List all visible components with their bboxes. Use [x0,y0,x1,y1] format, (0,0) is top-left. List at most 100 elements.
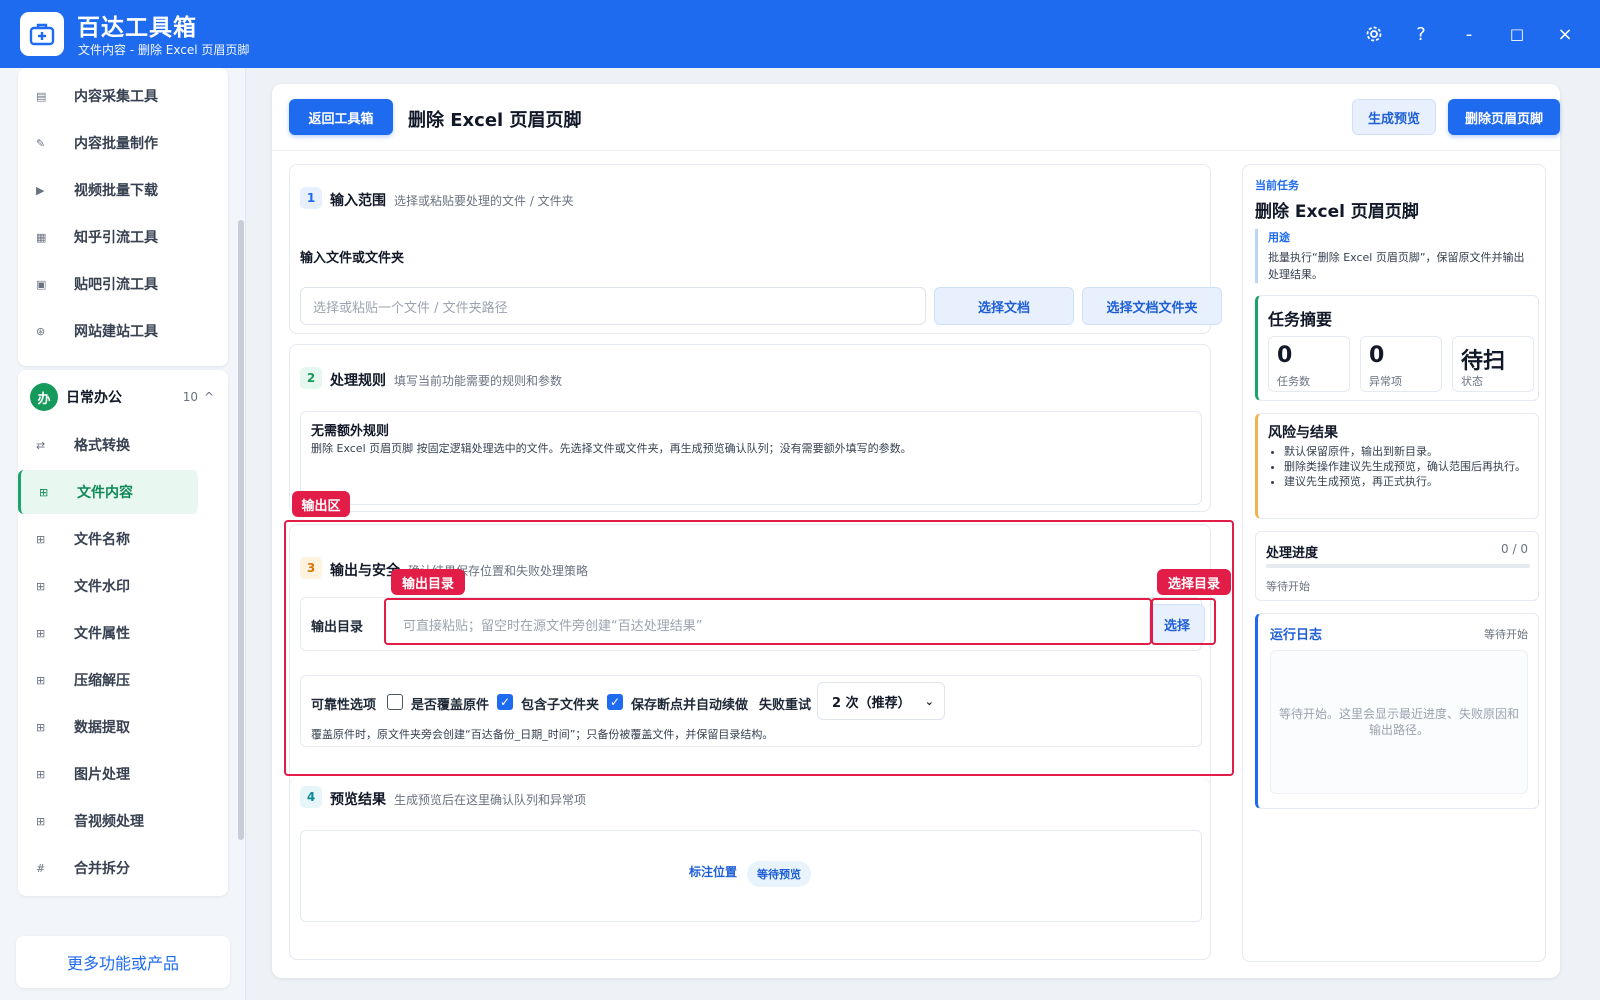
sidebar: ▤ 内容采集工具 ✎ 内容批量制作 ▶ 视频批量下载 ▦ 知乎引流工具 ▣ 贴吧引流工具 … [0,68,246,1000]
grid-icon: ⊞ [36,767,46,781]
sidebar-item-media[interactable]: ⊞ 音视频处理 [18,799,198,843]
annotation-output-area: 输出区 [292,491,350,517]
sidebar-item-label: 音视频处理 [74,814,144,830]
stat-label: 状态 [1461,375,1483,388]
risk-card: 风险与结果 默认保留原件，输出到新目录。 删除类操作建议先生成预览，确认范围后再… [1255,413,1539,519]
sidebar-item-attributes[interactable]: ⊞ 文件属性 [18,611,198,655]
input-path-field[interactable]: 选择或粘贴一个文件 / 文件夹路径 [300,287,926,325]
hash-icon: # [36,861,46,875]
progress-card: 处理进度 0 / 0 等待开始 [1255,531,1539,601]
stat-value: 0 [1369,343,1385,368]
globe-icon: ⊛ [36,324,46,338]
task-title: 删除 Excel 页眉页脚 [1255,202,1419,222]
document-icon: ▤ [36,89,47,103]
more-products-button[interactable]: 更多功能或产品 [16,936,230,988]
maximize-button[interactable]: □ [1503,20,1531,48]
sidebar-item-content-batch[interactable]: ✎ 内容批量制作 [18,121,198,165]
sidebar-item-format[interactable]: ⇄ 格式转换 [18,423,198,467]
sidebar-item-label: 知乎引流工具 [74,230,158,246]
grid-icon: ⊞ [36,626,46,640]
grid-icon: ⊞ [36,720,46,734]
sidebar-item-file-name[interactable]: ⊞ 文件名称 [18,517,198,561]
task-panel: 当前任务 删除 Excel 页眉页脚 用途 批量执行“删除 Excel 页眉页脚… [1242,164,1546,962]
stat-value: 0 [1277,343,1293,368]
risk-item: 建议先生成预览，再正式执行。 [1284,474,1536,489]
section-desc: 选择或粘贴要处理的文件 / 文件夹 [394,194,574,208]
sidebar-item-extract[interactable]: ⊞ 数据提取 [18,705,198,749]
stat-value: 待扫 [1461,349,1506,374]
risk-title: 风险与结果 [1268,425,1338,441]
sidebar-item-image[interactable]: ⊞ 图片处理 [18,752,198,796]
preview-button[interactable]: 生成预览 [1352,99,1436,135]
grid-icon: ⊞ [36,814,46,828]
log-output[interactable]: 等待开始。这里会显示最近进度、失败原因和输出路径。 [1270,650,1528,794]
log-title: 运行日志 [1270,628,1323,643]
group-name: 日常办公 [66,390,122,406]
stat-tasks: 0 任务数 [1268,336,1350,392]
close-button[interactable]: × [1551,20,1579,48]
sidebar-item-label: 格式转换 [74,438,130,454]
summary-card: 任务摘要 0 任务数 0 异常项 待扫 状态 [1255,295,1539,401]
annotation-output-area-box [284,520,1234,776]
zhihu-icon: ▦ [36,230,47,244]
rule-title: 无需额外规则 [311,424,390,439]
progress-bar [1266,564,1530,568]
section-number: 1 [300,187,322,209]
sidebar-item-label: 网站建站工具 [74,324,158,340]
section-number: 4 [300,786,322,808]
status-badge: 等待预览 [747,861,811,887]
sidebar-item-label: 文件属性 [74,626,130,642]
preview-area: 标注位置 等待预览 [300,830,1202,922]
choose-document-button[interactable]: 选择文档 [934,287,1074,325]
annotation-choose-dir: 选择目录 [1157,569,1231,595]
sidebar-item-zhihu[interactable]: ▦ 知乎引流工具 [18,215,198,259]
run-button[interactable]: 删除页眉页脚 [1448,99,1560,135]
sidebar-item-label: 数据提取 [74,720,130,736]
stat-exceptions: 0 异常项 [1360,336,1442,392]
sidebar-item-label: 文件名称 [74,532,130,548]
grid-icon: ⊞ [36,532,46,546]
back-button[interactable]: 返回工具箱 [289,99,393,135]
mark-position-label: 标注位置 [689,865,738,879]
summary-title: 任务摘要 [1268,310,1333,329]
swap-icon: ⇄ [36,438,46,452]
sidebar-item-merge[interactable]: # 合并拆分 [18,846,198,890]
section-desc: 填写当前功能需要的规则和参数 [394,374,563,388]
sidebar-item-label: 合并拆分 [74,861,130,877]
sidebar-item-compress[interactable]: ⊞ 压缩解压 [18,658,198,702]
title-bar: 百达工具箱 文件内容 - 删除 Excel 页眉页脚 ? - □ × [0,0,1600,68]
annotation-choose-dir-box [1151,598,1216,645]
app-logo-icon [20,12,64,56]
section-desc: 生成预览后在这里确认队列和异常项 [394,793,587,807]
risk-item: 默认保留原件，输出到新目录。 [1284,444,1536,459]
chevron-up-icon[interactable]: ^ [204,390,214,404]
sidebar-group-office[interactable]: 办 日常办公 10 ^ [18,374,228,420]
stat-label: 任务数 [1277,375,1310,388]
app-subtitle: 文件内容 - 删除 Excel 页眉页脚 [78,43,250,57]
sidebar-item-content-collect[interactable]: ▤ 内容采集工具 [18,74,198,118]
usage-block: 用途 批量执行“删除 Excel 页眉页脚”，保留原文件并输出处理结果。 [1255,229,1535,283]
choose-folder-button[interactable]: 选择文档文件夹 [1082,287,1222,325]
annotation-output-dir: 输出目录 [391,569,465,595]
section-rules: 2 处理规则 填写当前功能需要的规则和参数 无需额外规则 删除 Excel 页眉… [289,344,1211,512]
sidebar-item-watermark[interactable]: ⊞ 文件水印 [18,564,198,608]
app-title: 百达工具箱 [77,15,197,41]
log-card: 运行日志 等待开始 等待开始。这里会显示最近进度、失败原因和输出路径。 [1255,613,1539,809]
section-preview: 4 预览结果 生成预览后在这里确认队列和异常项 标注位置 等待预览 [289,778,1211,960]
sidebar-scrollbar[interactable] [238,220,244,840]
sidebar-item-file-content[interactable]: ⊞ 文件内容 [18,470,198,514]
sidebar-item-tieba[interactable]: ▣ 贴吧引流工具 [18,262,198,306]
chat-icon: ▣ [36,277,47,291]
grid-icon: ⊞ [39,485,49,499]
sidebar-item-label: 内容批量制作 [74,136,158,152]
progress-title: 处理进度 [1266,546,1319,561]
gear-icon[interactable] [1360,20,1388,48]
minimize-button[interactable]: - [1455,20,1483,48]
sidebar-item-label: 压缩解压 [74,673,130,689]
section-title: 输入范围 [330,193,386,209]
sidebar-item-website[interactable]: ⊛ 网站建站工具 [18,309,198,353]
help-button[interactable]: ? [1407,20,1435,48]
sidebar-item-label: 内容采集工具 [74,89,158,105]
sidebar-item-video-download[interactable]: ▶ 视频批量下载 [18,168,198,212]
sidebar-item-label: 视频批量下载 [74,183,158,199]
